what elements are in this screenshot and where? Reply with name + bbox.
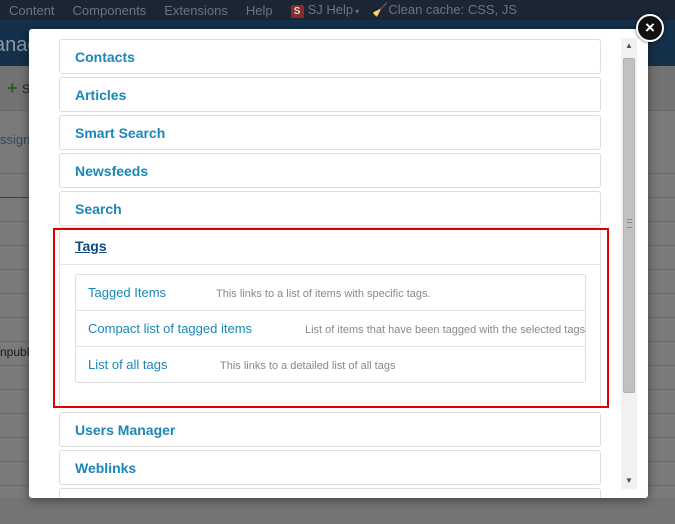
category-search[interactable]: Search [59,191,601,226]
table-row [0,246,30,270]
bg-table-rows-right [648,150,675,486]
category-contacts[interactable]: Contacts [59,39,601,74]
category-next-partial[interactable] [59,488,601,498]
menu-components[interactable]: Components [73,3,147,18]
category-label[interactable]: Newsfeeds [75,163,148,179]
tags-subitems: Tagged Items This links to a list of ite… [75,274,586,383]
scrollbar-thumb[interactable] [623,58,635,393]
table-row [0,414,30,438]
table-row [0,462,30,486]
category-label[interactable]: Search [75,201,122,217]
list-item-tagged-items[interactable]: Tagged Items This links to a list of ite… [76,275,585,311]
table-row [0,294,30,318]
subitem-title[interactable]: List of all tags [88,357,168,372]
category-users-manager[interactable]: Users Manager [59,412,601,447]
menu-content[interactable]: Content [9,3,55,18]
table-row [0,222,30,246]
table-row [648,366,675,390]
category-weblinks[interactable]: Weblinks [59,450,601,485]
subitem-title[interactable]: Tagged Items [88,285,166,300]
close-icon[interactable]: × [636,14,664,42]
menu-sj-help[interactable]: S SJ Help ▾ [290,2,360,18]
grip-icon [627,219,632,228]
table-row [0,366,30,390]
category-articles[interactable]: Articles [59,77,601,112]
caret-down-icon: ▾ [355,7,360,17]
table-row [648,414,675,438]
table-row [0,198,30,222]
clean-cache-link[interactable]: 🧹Clean cache: CSS, JS [372,2,517,18]
list-item-compact-tagged[interactable]: Compact list of tagged items List of ite… [76,311,585,347]
table-row [0,318,30,342]
table-row [648,246,675,270]
table-row [0,174,30,198]
table-row [0,438,30,462]
subitem-description: List of items that have been tagged with… [305,324,586,336]
table-row [0,390,30,414]
category-label[interactable]: Weblinks [75,460,136,476]
broom-icon: 🧹 [372,2,389,17]
clean-cache-label: Clean cache: CSS, JS [388,2,517,17]
list-item-all-tags[interactable]: List of all tags This links to a detaile… [76,347,585,382]
plus-icon[interactable]: + [7,78,18,99]
table-row [648,198,675,222]
category-newsfeeds[interactable]: Newsfeeds [59,153,601,188]
table-row [648,294,675,318]
category-tags-header[interactable]: Tags [60,228,600,265]
sj-help-label: SJ Help [307,2,354,18]
sj-logo-icon: S [290,4,304,18]
category-smart-search[interactable]: Smart Search [59,115,601,150]
table-row [0,150,30,174]
menu-help[interactable]: Help [246,3,273,18]
subitem-description: This links to a list of items with speci… [216,288,431,300]
modal-scrollbar[interactable]: ▲ ▼ [621,38,637,489]
table-row [648,150,675,174]
category-label[interactable]: Contacts [75,49,135,65]
scroll-down-icon[interactable]: ▼ [621,473,637,489]
table-row [648,390,675,414]
subitem-description: This links to a detailed list of all tag… [220,360,396,372]
table-row [648,438,675,462]
category-label[interactable]: Smart Search [75,125,165,141]
table-row [648,174,675,198]
table-row [648,462,675,486]
category-label-tags[interactable]: Tags [75,238,107,254]
assign-link[interactable]: ssign [0,132,30,147]
scroll-up-icon[interactable]: ▲ [621,38,637,54]
menu-type-list: Contacts Articles Smart Search Newsfeeds… [29,29,619,498]
category-tags-expanded: Tags Tagged Items This links to a list o… [59,227,601,408]
bg-table-rows [0,150,30,486]
category-label[interactable]: Articles [75,87,126,103]
bg-footer [0,498,675,524]
subitem-title[interactable]: Compact list of tagged items [88,321,252,336]
menu-item-type-modal: Contacts Articles Smart Search Newsfeeds… [29,29,648,498]
category-label[interactable]: Users Manager [75,422,175,438]
table-row [0,270,30,294]
admin-topbar: Content Components Extensions Help S SJ H… [0,0,675,20]
menu-extensions[interactable]: Extensions [164,3,228,18]
table-row [648,342,675,366]
table-row [648,270,675,294]
table-row [648,222,675,246]
table-row [0,342,30,366]
table-row [648,318,675,342]
